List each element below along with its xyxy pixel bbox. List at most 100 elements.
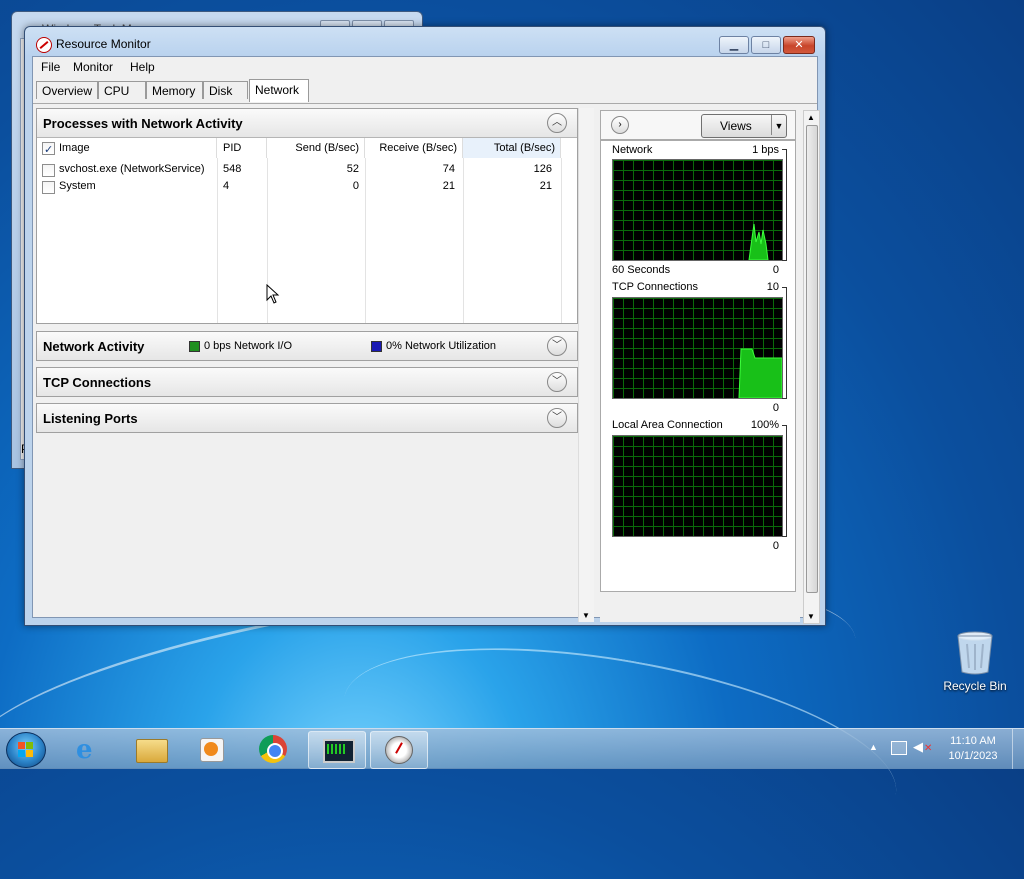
network-io-legend: 0 bps Network I/O — [204, 340, 293, 352]
minimize-button[interactable]: ▁ — [719, 36, 749, 54]
graph-bracket — [782, 287, 787, 399]
tab-disk[interactable]: Disk — [203, 81, 248, 99]
window-client: File Monitor Help Overview CPU Memory Di… — [32, 56, 820, 624]
listening-ports-title: Listening Ports — [43, 411, 138, 426]
graphs-container: Network 1 bps 60 Seconds 0 TCP Connectio… — [600, 140, 796, 592]
views-button[interactable]: Views ▼ — [701, 114, 787, 138]
maximize-icon: □ — [762, 39, 770, 51]
recycle-bin-desktop-icon[interactable]: Recycle Bin — [942, 630, 1008, 693]
cell-image: System — [59, 180, 96, 192]
processes-panel-header[interactable]: Processes with Network Activity ︿ — [37, 109, 577, 138]
taskbar: e ▲ ◀ ✕ 11:10 AM 10/1/2023 — [0, 728, 1024, 769]
graph-bracket — [782, 425, 787, 537]
tab-memory[interactable]: Memory — [146, 81, 203, 99]
cell-pid: 4 — [223, 180, 230, 192]
resource-monitor-gauge-icon — [385, 736, 413, 764]
select-all-checkbox[interactable] — [42, 140, 55, 160]
start-button[interactable] — [6, 732, 46, 768]
tab-network-label: Network — [255, 83, 300, 97]
cell-send: 52 — [346, 163, 359, 175]
network-activity-header[interactable]: Network Activity 0 bps Network I/O 0% Ne… — [37, 332, 577, 360]
expand-chevron-icon[interactable]: ﹀ — [547, 372, 567, 392]
chrome-icon-center — [267, 743, 283, 759]
cell-receive: 74 — [442, 163, 455, 175]
mute-x-icon: ✕ — [924, 743, 933, 754]
expand-chevron-icon[interactable]: ﹀ — [547, 336, 567, 356]
taskbar-resource-monitor[interactable] — [370, 731, 428, 769]
left-pane-scrollbar[interactable]: ▼ — [578, 108, 594, 622]
column-header-total[interactable]: Total (B/sec) — [463, 138, 561, 158]
taskbar-media-player[interactable] — [184, 731, 240, 767]
column-receive-label: Receive (B/sec) — [379, 142, 457, 154]
row-checkbox[interactable] — [42, 164, 55, 177]
minimize-icon: ▁ — [729, 39, 739, 51]
menu-help[interactable]: Help — [130, 60, 155, 74]
volume-muted-icon[interactable]: ◀ — [913, 739, 923, 755]
network-tray-icon[interactable] — [891, 741, 907, 755]
scroll-up-icon[interactable]: ▲ — [807, 113, 815, 122]
menu-monitor[interactable]: Monitor — [73, 60, 113, 74]
network-utilization-legend-swatch — [371, 341, 382, 352]
network-activity-panel: Network Activity 0 bps Network I/O 0% Ne… — [36, 331, 578, 361]
network-graph-max: 1 bps — [752, 144, 779, 156]
scroll-down-icon[interactable]: ▼ — [807, 612, 815, 621]
tcp-connections-header[interactable]: TCP Connections ﹀ — [37, 368, 577, 396]
row-checkbox[interactable] — [42, 181, 55, 194]
tab-overview[interactable]: Overview — [36, 81, 98, 99]
column-total-label: Total (B/sec) — [493, 142, 555, 154]
column-header-pid[interactable]: PID — [217, 138, 267, 158]
network-graph-footer-left: 60 Seconds — [612, 264, 671, 276]
close-button[interactable]: ✕ — [783, 36, 815, 54]
tcp-graph-footer-right: 0 — [772, 402, 779, 414]
show-desktop-button[interactable] — [1012, 729, 1024, 769]
collapse-chevron-icon[interactable]: ︿ — [547, 113, 567, 133]
network-io-legend-swatch — [189, 341, 200, 352]
column-image-label: Image — [59, 142, 90, 154]
scrollbar-thumb[interactable] — [806, 125, 818, 593]
views-dropdown-icon[interactable]: ▼ — [771, 115, 786, 135]
expand-chevron-icon[interactable]: ﹀ — [547, 408, 567, 428]
cell-total: 126 — [533, 163, 552, 175]
network-graph-footer-right: 0 — [772, 264, 779, 276]
network-utilization-legend: 0% Network Utilization — [386, 340, 497, 352]
taskbar-internet-explorer[interactable]: e — [62, 731, 118, 767]
expand-arrow-icon[interactable]: › — [611, 116, 629, 134]
lan-graph-footer-right: 0 — [772, 540, 779, 552]
tab-network[interactable]: Network — [249, 79, 309, 102]
tab-memory-label: Memory — [152, 84, 196, 98]
tcp-graph-plot — [738, 348, 782, 398]
tcp-connections-panel: TCP Connections ﹀ — [36, 367, 578, 397]
cell-total: 21 — [539, 180, 552, 192]
title-bar[interactable]: Resource Monitor ▁ □ ✕ — [25, 27, 825, 57]
windows-logo-icon — [18, 742, 33, 757]
tab-disk-label: Disk — [209, 84, 233, 98]
column-header-receive[interactable]: Receive (B/sec) — [365, 138, 463, 158]
window-title: Resource Monitor — [56, 37, 151, 51]
maximize-button[interactable]: □ — [751, 36, 781, 54]
taskbar-file-explorer[interactable] — [123, 731, 179, 767]
cell-receive: 21 — [442, 180, 455, 192]
task-manager-graph-icon — [327, 744, 347, 754]
resource-monitor-window[interactable]: Resource Monitor ▁ □ ✕ File Monitor Help… — [24, 26, 826, 626]
scroll-down-icon[interactable]: ▼ — [582, 611, 590, 620]
tab-overview-label: Overview — [42, 84, 93, 98]
tab-cpu[interactable]: CPU — [98, 81, 146, 99]
tcp-graph-series — [738, 348, 782, 398]
tcp-connections-title: TCP Connections — [43, 375, 152, 390]
table-row[interactable]: System 4 0 21 21 — [37, 178, 577, 195]
show-hidden-icons-arrow-icon[interactable]: ▲ — [869, 742, 878, 752]
right-pane-scrollbar[interactable]: ▲ ▼ — [803, 110, 820, 624]
menu-bar: File Monitor Help — [33, 57, 817, 77]
column-header-send[interactable]: Send (B/sec) — [267, 138, 365, 158]
taskbar-chrome[interactable] — [245, 731, 301, 767]
column-header-image[interactable]: Image — [37, 138, 217, 160]
processes-table: Image PID Send (B/sec) Receive (B/sec) T… — [37, 138, 577, 323]
column-pid-label: PID — [223, 142, 242, 154]
views-button-label: Views — [720, 119, 752, 133]
system-clock[interactable]: 11:10 AM 10/1/2023 — [940, 734, 1006, 764]
menu-file[interactable]: File — [41, 60, 60, 74]
table-row[interactable]: svchost.exe (NetworkService) 548 52 74 1… — [37, 161, 577, 178]
listening-ports-header[interactable]: Listening Ports ﹀ — [37, 404, 577, 432]
taskbar-task-manager[interactable] — [308, 731, 366, 769]
network-graph-series — [748, 223, 769, 260]
